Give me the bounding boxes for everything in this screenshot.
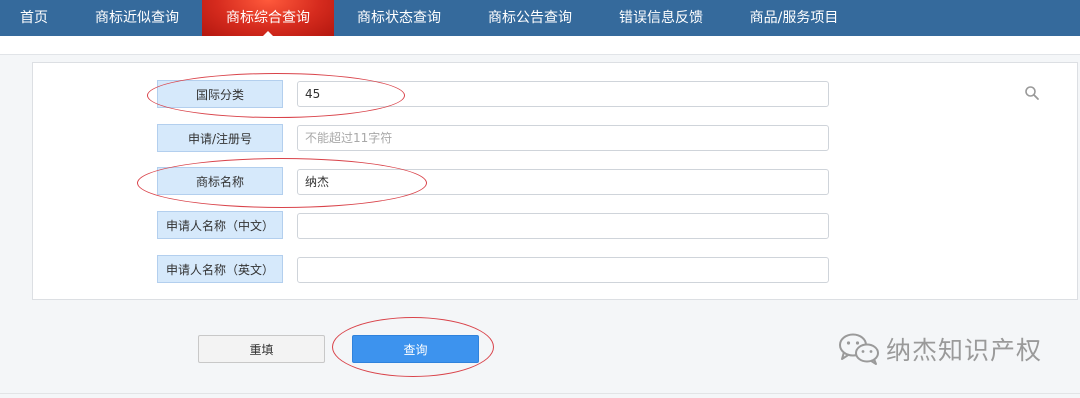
top-nav: 首页 商标近似查询 商标综合查询 商标状态查询 商标公告查询 错误信息反馈 商品… [0, 0, 1080, 36]
bottom-divider [0, 393, 1080, 394]
label-applicant-cn: 申请人名称（中文） [157, 211, 283, 239]
nav-item-error-feedback[interactable]: 错误信息反馈 [608, 0, 714, 36]
search-icon[interactable] [1024, 85, 1040, 105]
tm-name-input[interactable]: 纳杰 [297, 169, 829, 195]
nav-item-announcement-search[interactable]: 商标公告查询 [477, 0, 583, 36]
label-applicant-en: 申请人名称（英文） [157, 255, 283, 283]
label-tm-name: 商标名称 [157, 167, 283, 195]
label-reg-no: 申请/注册号 [157, 124, 283, 152]
query-button[interactable]: 查询 [352, 335, 479, 363]
nav-item-home[interactable]: 首页 [6, 0, 62, 36]
label-intl-class: 国际分类 [157, 80, 283, 108]
applicant-cn-input[interactable] [297, 213, 829, 239]
header-band [0, 36, 1080, 55]
nav-item-goods-services[interactable]: 商品/服务项目 [738, 0, 850, 36]
watermark-text: 纳杰知识产权 [886, 336, 1043, 365]
intl-class-input[interactable]: 45 [297, 81, 829, 107]
watermark: 纳杰知识产权 [838, 331, 1042, 367]
applicant-en-input[interactable] [297, 257, 829, 283]
reg-no-input[interactable]: 不能超过11字符 [297, 125, 829, 151]
wechat-icon [839, 333, 879, 365]
reset-button[interactable]: 重填 [198, 335, 325, 363]
nav-item-comprehensive-search[interactable]: 商标综合查询 [202, 0, 334, 36]
nav-item-similar-search[interactable]: 商标近似查询 [84, 0, 190, 36]
nav-item-status-search[interactable]: 商标状态查询 [346, 0, 452, 36]
